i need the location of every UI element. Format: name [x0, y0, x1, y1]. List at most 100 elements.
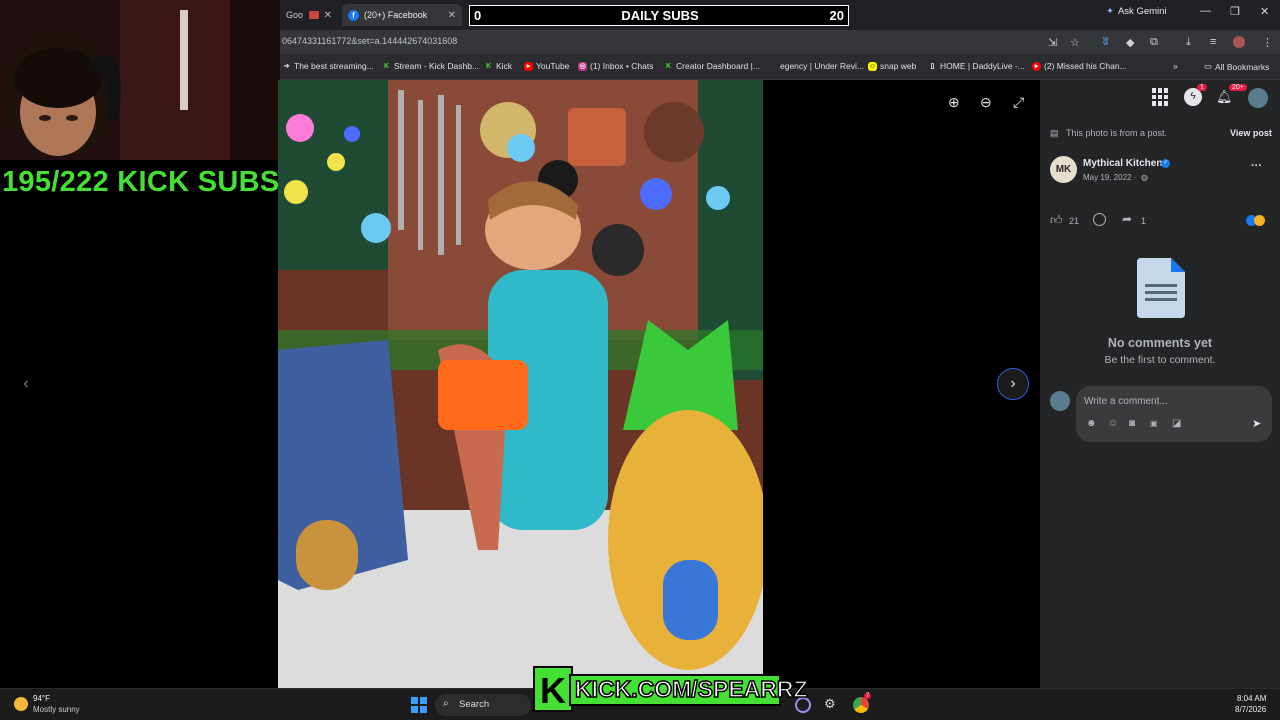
- snapchat-icon: ☺: [868, 61, 877, 71]
- link-icon: ➜: [283, 62, 290, 70]
- no-comments-subtitle: Be the first to comment.: [1104, 354, 1216, 366]
- share-icon[interactable]: ➦: [1122, 212, 1132, 226]
- daily-subs-title: DAILY SUBS: [621, 8, 699, 23]
- author-name[interactable]: Mythical Kitchen: [1083, 158, 1162, 169]
- photo-icon: ▤: [1050, 128, 1059, 138]
- more-options-button[interactable]: ···: [1251, 160, 1262, 172]
- verified-icon: ✓: [1161, 159, 1170, 168]
- comment-box[interactable]: Write a comment... ☻ ☺ ◙ ▣ ◪ ➤: [1076, 386, 1272, 442]
- photo-viewer: ⊕ ⊖ ⤢ ›: [278, 80, 1040, 688]
- post-date: May 19, 2022 ·: [1083, 173, 1137, 182]
- clock-time[interactable]: 8:04 AM: [1237, 694, 1266, 703]
- ask-gemini-button[interactable]: ✦ Ask Gemini: [1106, 6, 1167, 17]
- kick-logo: K: [533, 666, 573, 712]
- bookmark-star-icon[interactable]: ☆: [1070, 36, 1080, 49]
- bookmark-item[interactable]: K Kick: [484, 61, 512, 71]
- bookmark-item[interactable]: K Stream - Kick Dashb...: [382, 61, 479, 71]
- search-label: Search: [459, 699, 490, 710]
- bookmark-label: snap web: [880, 61, 917, 71]
- bookmark-label: Creator Dashboard |...: [676, 61, 760, 71]
- gif-icon[interactable]: ▣: [1150, 419, 1158, 428]
- kick-icon: K: [665, 62, 672, 70]
- ask-gemini-label: Ask Gemini: [1117, 6, 1167, 17]
- send-icon[interactable]: ➤: [1252, 417, 1261, 430]
- fullscreen-icon[interactable]: ⤢: [1013, 94, 1024, 111]
- tab-facebook[interactable]: f (20+) Facebook ✕: [342, 4, 462, 26]
- daily-subs-overlay: 0 DAILY SUBS 20: [469, 5, 849, 26]
- weather-desc[interactable]: Mostly sunny: [33, 705, 80, 714]
- view-post-link[interactable]: View post: [1230, 128, 1272, 138]
- daily-subs-target: 20: [829, 8, 844, 23]
- weather-temp[interactable]: 94°F: [33, 694, 50, 703]
- bookmark-item[interactable]: ➜ The best streaming...: [282, 61, 374, 71]
- bookmark-item[interactable]: ◎ (1) Inbox • Chats: [578, 61, 653, 71]
- notifications-icon[interactable]: 🔔︎: [1216, 89, 1233, 105]
- notifications-badge: 20+: [1229, 84, 1247, 91]
- extension-icon[interactable]: ʬ: [1103, 36, 1108, 48]
- comment-icon[interactable]: [1093, 213, 1106, 226]
- bookmark-label: Kick: [496, 61, 513, 71]
- bookmark-item[interactable]: ▯ HOME | DaddyLive -...: [928, 61, 1025, 71]
- menu-icon[interactable]: ⋮: [1262, 36, 1273, 49]
- minimize-icon[interactable]: —: [1200, 5, 1211, 17]
- document-icon: [1137, 258, 1185, 318]
- youtube-icon: ▸: [1032, 61, 1041, 71]
- haha-reaction-icon: [1254, 215, 1265, 226]
- tab-google[interactable]: Goo ✕: [280, 4, 338, 26]
- url-field[interactable]: 06474331161772&set=a.144442674031608: [282, 36, 457, 46]
- close-icon[interactable]: ✕: [448, 10, 456, 21]
- previous-photo-button[interactable]: ‹: [10, 368, 42, 400]
- restore-icon[interactable]: ❐: [1230, 5, 1240, 18]
- bookmark-label: HOME | DaddyLive -...: [940, 61, 1025, 71]
- camera-icon[interactable]: ◙: [1129, 418, 1135, 429]
- profile-avatar[interactable]: [1233, 36, 1245, 48]
- document-icon: ▯: [930, 62, 935, 70]
- facebook-icon: f: [348, 9, 359, 21]
- kick-subs-goal: 195/222 KICK SUBS: [2, 166, 280, 198]
- chevron-right-icon: ›: [1010, 375, 1016, 392]
- close-icon[interactable]: ✕: [324, 10, 332, 21]
- kick-url-overlay: K KICK.COM/SPEARRZ: [533, 666, 808, 712]
- bookmark-label: (2) Missed his Chan...: [1044, 61, 1127, 71]
- youtube-icon: ▸: [524, 61, 533, 71]
- webcam-feed: [0, 0, 282, 160]
- bookmark-item[interactable]: ☺ snap web: [868, 61, 916, 71]
- all-bookmarks-button[interactable]: ▭ All Bookmarks: [1204, 61, 1269, 72]
- taskbar-search[interactable]: ⌕ Search: [435, 694, 531, 716]
- tab-label: Goo: [286, 10, 304, 20]
- windows-start-icon[interactable]: [411, 697, 427, 713]
- media-icon[interactable]: ≡: [1210, 36, 1216, 48]
- comment-input[interactable]: Write a comment...: [1084, 396, 1168, 407]
- bookmark-label: The best streaming...: [294, 61, 374, 71]
- author-avatar[interactable]: MK: [1050, 156, 1077, 183]
- shield-extension-icon[interactable]: ◆: [1126, 36, 1134, 49]
- kick-url: KICK.COM/SPEARRZ: [574, 675, 808, 703]
- bookmark-item[interactable]: egency | Under Revi...: [780, 61, 864, 71]
- emoji-icon[interactable]: ☺: [1108, 418, 1118, 429]
- steam-icon[interactable]: ⚙: [824, 696, 836, 712]
- menu-grid-icon[interactable]: [1152, 88, 1170, 106]
- clock-date[interactable]: 8/7/2026: [1235, 705, 1266, 714]
- like-icon[interactable]: 👍︎: [1050, 213, 1063, 228]
- download-icon[interactable]: ⤓: [1186, 36, 1191, 49]
- zoom-out-icon[interactable]: ⊖: [980, 94, 992, 111]
- close-window-icon[interactable]: ✕: [1260, 5, 1269, 18]
- avatar-sticker-icon[interactable]: ☻: [1086, 418, 1097, 429]
- bookmark-item[interactable]: ▸ YouTube: [524, 61, 569, 71]
- puzzle-icon[interactable]: ⧉: [1150, 36, 1158, 49]
- more-bookmarks-icon: »: [1173, 61, 1178, 71]
- bookmark-item[interactable]: K Creator Dashboard |...: [664, 61, 760, 71]
- zoom-in-icon[interactable]: ⊕: [948, 94, 960, 111]
- profile-avatar[interactable]: [1248, 88, 1268, 108]
- no-comments-title: No comments yet: [1107, 336, 1213, 350]
- next-photo-button[interactable]: ›: [997, 368, 1029, 400]
- bookmark-item[interactable]: ▸ (2) Missed his Chan...: [1032, 61, 1127, 71]
- share-count: 1: [1141, 216, 1147, 226]
- install-icon[interactable]: ⇲: [1048, 36, 1057, 49]
- chrome-icon[interactable]: [853, 697, 869, 713]
- search-icon: ⌕: [443, 698, 449, 709]
- more-bookmarks-button[interactable]: »: [1173, 61, 1178, 71]
- post-photo: [278, 80, 763, 688]
- sticker-icon[interactable]: ◪: [1172, 418, 1181, 429]
- messenger-badge: 1: [1197, 84, 1207, 91]
